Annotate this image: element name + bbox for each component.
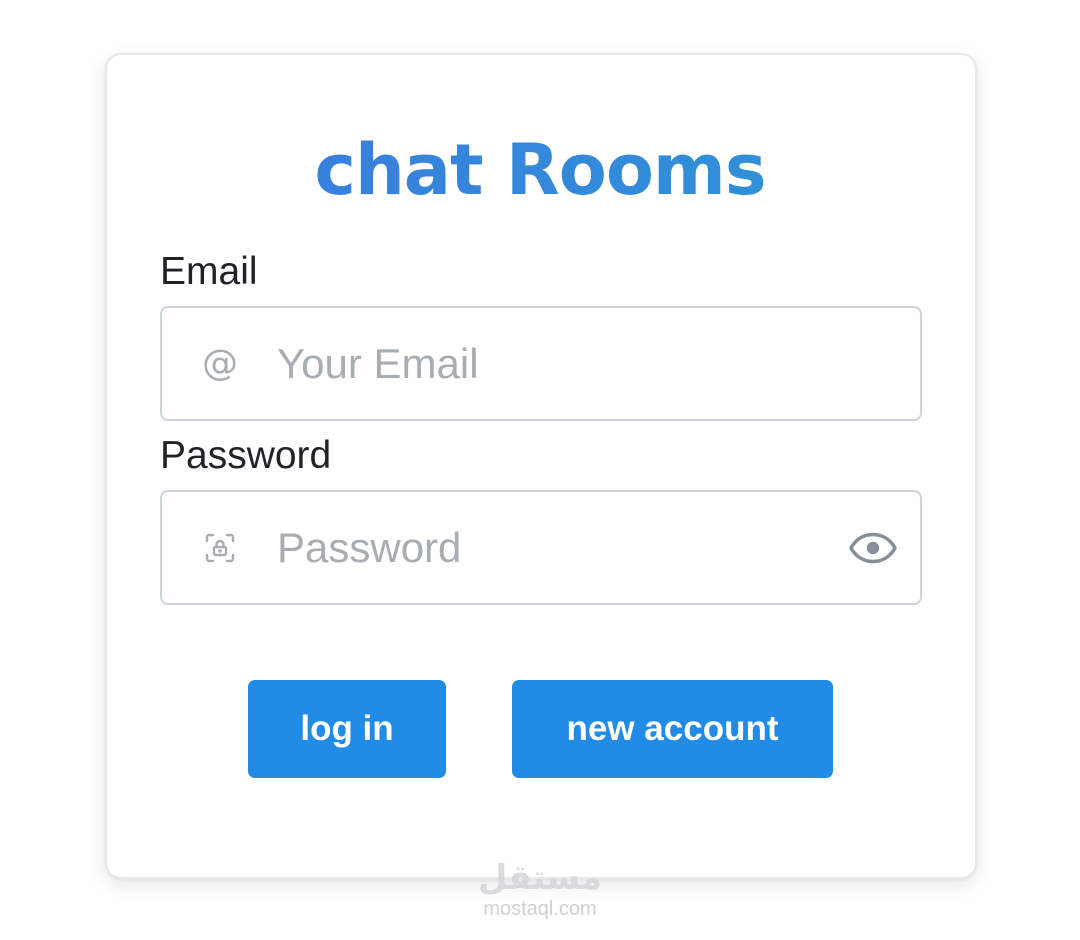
- watermark-logo: مستقل: [477, 858, 603, 898]
- password-input[interactable]: [277, 492, 837, 603]
- app-title: chat Rooms: [0, 128, 1080, 212]
- eye-icon[interactable]: [848, 531, 898, 565]
- new-account-button[interactable]: new account: [512, 680, 833, 778]
- email-label: Email: [160, 250, 258, 293]
- password-label: Password: [160, 434, 332, 477]
- login-button[interactable]: log in: [248, 680, 446, 778]
- email-field[interactable]: @: [160, 306, 922, 421]
- at-icon: @: [202, 343, 238, 384]
- password-field[interactable]: [160, 490, 922, 605]
- watermark-domain: mostaql.com: [483, 898, 597, 920]
- email-input[interactable]: [277, 308, 837, 419]
- lock-icon: [200, 528, 240, 568]
- watermark: مستقل mostaql.com: [440, 860, 640, 920]
